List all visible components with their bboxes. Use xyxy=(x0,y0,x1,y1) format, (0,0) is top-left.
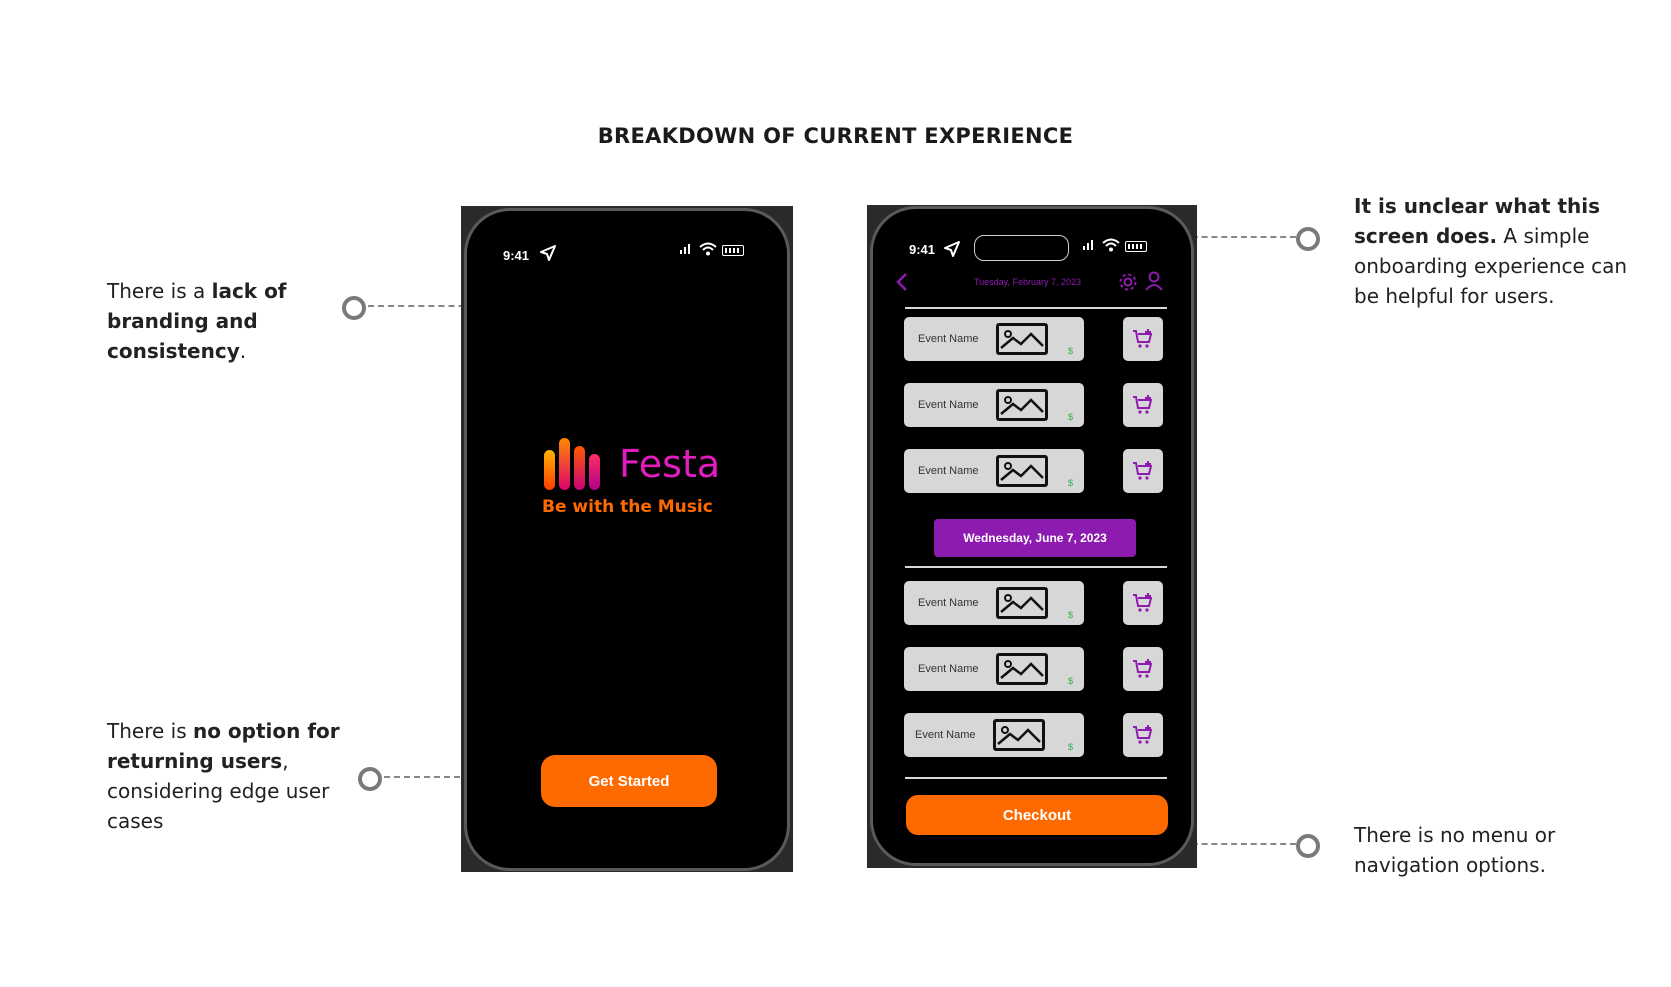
event-name: Event Name xyxy=(918,597,979,609)
event-card[interactable]: Event Name $ xyxy=(904,317,1084,361)
wifi-icon xyxy=(699,242,717,259)
brand-tagline: Be with the Music xyxy=(542,497,713,517)
festa-logo-icon xyxy=(544,438,600,490)
status-time: 9:41 xyxy=(503,248,530,263)
signal-icon xyxy=(678,242,694,259)
event-name: Event Name xyxy=(915,729,976,741)
signal-icon xyxy=(1081,238,1097,255)
phone-splash-screen: 9:41 Festa Be with the Music Get Started xyxy=(464,208,790,871)
event-name: Event Name xyxy=(918,333,979,345)
battery-icon xyxy=(722,245,744,256)
add-to-cart-button[interactable] xyxy=(1123,383,1163,427)
add-to-cart-button[interactable] xyxy=(1123,317,1163,361)
cart-icon xyxy=(1133,659,1153,678)
profile-icon[interactable] xyxy=(1145,271,1163,296)
cart-icon xyxy=(1133,395,1153,414)
add-to-cart-button[interactable] xyxy=(1123,581,1163,625)
note-unclear-screen: It is unclear what this screen does. A s… xyxy=(1354,191,1654,311)
event-price: $ xyxy=(1067,610,1073,620)
battery-icon xyxy=(1125,241,1147,252)
status-location-icon xyxy=(943,240,961,258)
callout-ring xyxy=(1296,227,1320,251)
image-placeholder-icon xyxy=(996,587,1048,619)
page-title: BREAKDOWN OF CURRENT EXPERIENCE xyxy=(597,124,1074,148)
add-to-cart-button[interactable] xyxy=(1123,713,1163,757)
add-to-cart-button[interactable] xyxy=(1123,449,1163,493)
get-started-button[interactable]: Get Started xyxy=(541,755,717,807)
section-date-pill: Wednesday, June 7, 2023 xyxy=(934,519,1136,557)
event-card[interactable]: Event Name $ xyxy=(904,449,1084,493)
note-text: There is no menu or navigation options. xyxy=(1354,823,1556,877)
image-placeholder-icon xyxy=(996,323,1048,355)
callout-connector xyxy=(1182,843,1296,845)
event-price: $ xyxy=(1067,742,1073,752)
event-card[interactable]: Event Name $ xyxy=(904,713,1084,757)
status-location-icon xyxy=(539,244,557,262)
wifi-icon xyxy=(1102,238,1120,255)
note-text: . xyxy=(239,339,247,363)
note-returning-users: There is no option for returning users, … xyxy=(107,716,357,836)
event-price: $ xyxy=(1067,346,1073,356)
note-navigation: There is no menu or navigation options. xyxy=(1354,820,1594,880)
callout-connector xyxy=(1182,236,1296,238)
note-branding: There is a lack of branding and consiste… xyxy=(107,276,327,366)
header-date: Tuesday, February 7, 2023 xyxy=(974,277,1082,287)
event-card[interactable]: Event Name $ xyxy=(904,581,1084,625)
callout-ring xyxy=(342,296,366,320)
event-price: $ xyxy=(1067,676,1073,686)
brand-name: Festa xyxy=(619,442,721,486)
event-name: Event Name xyxy=(918,663,979,675)
back-chevron-icon[interactable] xyxy=(895,272,909,297)
image-placeholder-icon xyxy=(993,719,1045,751)
phone-events-screen: 9:41 Tuesday, February 7, 2023 Event Nam… xyxy=(870,206,1194,866)
status-icons xyxy=(678,242,744,259)
divider xyxy=(905,307,1167,309)
note-text: There is a xyxy=(107,279,212,303)
callout-ring xyxy=(1296,834,1320,858)
cart-icon xyxy=(1133,329,1153,348)
divider xyxy=(905,566,1167,568)
event-price: $ xyxy=(1067,412,1073,422)
event-card[interactable]: Event Name $ xyxy=(904,383,1084,427)
divider xyxy=(905,777,1167,779)
event-price: $ xyxy=(1067,478,1073,488)
cart-icon xyxy=(1133,593,1153,612)
event-name: Event Name xyxy=(918,399,979,411)
cart-icon xyxy=(1133,725,1153,744)
image-placeholder-icon xyxy=(996,389,1048,421)
image-placeholder-icon xyxy=(996,653,1048,685)
event-card[interactable]: Event Name $ xyxy=(904,647,1084,691)
status-time: 9:41 xyxy=(909,242,936,257)
status-icons xyxy=(1081,238,1147,255)
callout-ring xyxy=(358,767,382,791)
settings-gear-icon[interactable] xyxy=(1118,272,1138,297)
image-placeholder-icon xyxy=(996,455,1048,487)
event-name: Event Name xyxy=(918,465,979,477)
dynamic-island xyxy=(974,235,1069,261)
add-to-cart-button[interactable] xyxy=(1123,647,1163,691)
cart-icon xyxy=(1133,461,1153,480)
note-text: There is xyxy=(107,719,193,743)
checkout-button[interactable]: Checkout xyxy=(906,795,1168,835)
